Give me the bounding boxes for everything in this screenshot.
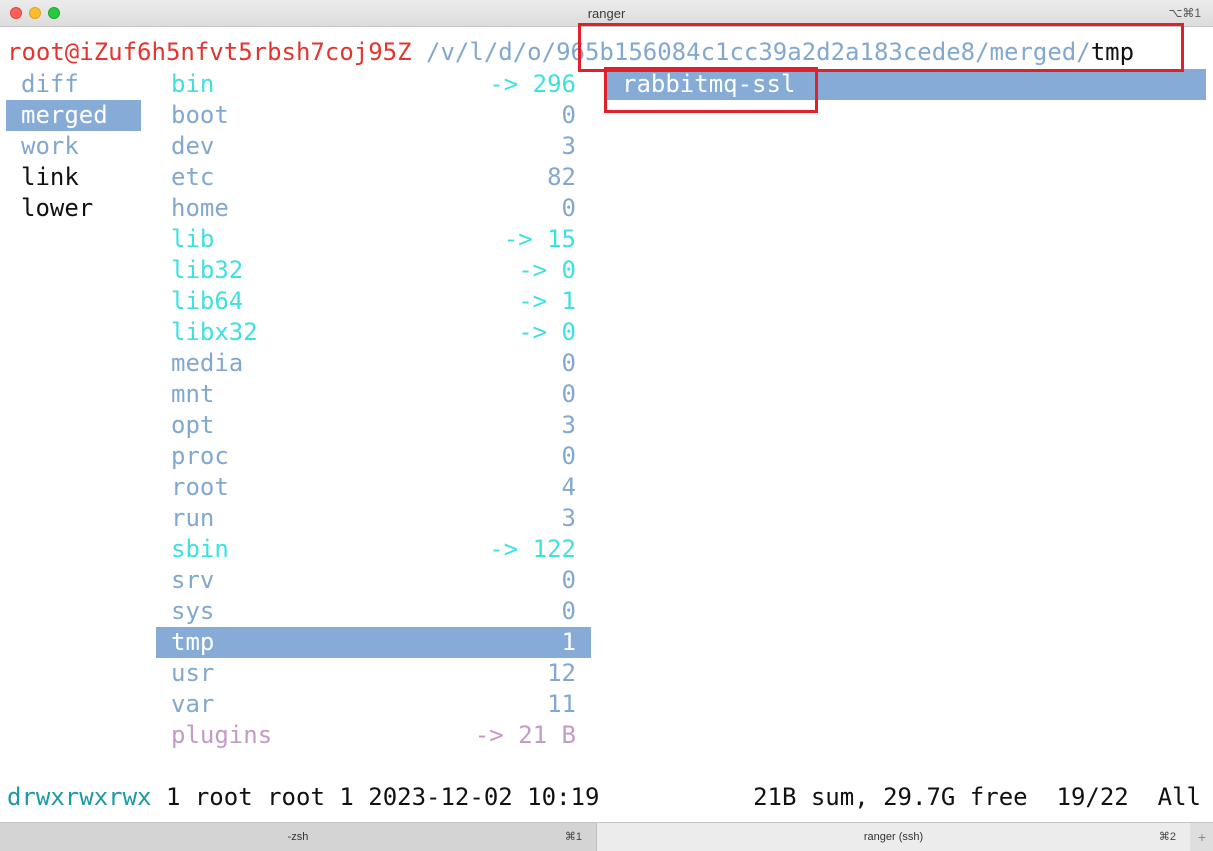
tab-label: -zsh bbox=[287, 831, 309, 843]
file-size: 4 bbox=[561, 473, 576, 501]
path-current: tmp bbox=[1090, 38, 1135, 66]
file-size: -> 1 bbox=[518, 287, 576, 315]
file-row-bin[interactable]: bin -> 296 bbox=[156, 69, 591, 100]
tab-bar: -zsh ⌘1 ranger (ssh) ⌘2 + bbox=[0, 822, 1213, 851]
file-size: -> 296 bbox=[489, 70, 576, 98]
file-row-home[interactable]: home 0 bbox=[156, 193, 591, 224]
file-row-mnt[interactable]: mnt 0 bbox=[156, 379, 591, 410]
file-name: home bbox=[171, 194, 229, 222]
file-size: 0 bbox=[561, 380, 576, 408]
file-row-root[interactable]: root 4 bbox=[156, 472, 591, 503]
window-shortcut: ⌥⌘1 bbox=[1168, 6, 1201, 20]
file-size: -> 0 bbox=[518, 256, 576, 284]
file-size: 12 bbox=[547, 659, 576, 687]
file-name: sbin bbox=[171, 535, 229, 563]
file-row-var[interactable]: var 11 bbox=[156, 689, 591, 720]
file-name: plugins bbox=[171, 721, 273, 749]
file-name: opt bbox=[171, 411, 215, 439]
file-size: 3 bbox=[561, 132, 576, 160]
file-size: 0 bbox=[561, 101, 576, 129]
file-name: usr bbox=[171, 659, 215, 687]
tab-label: ranger (ssh) bbox=[863, 831, 924, 843]
file-name: root bbox=[171, 473, 229, 501]
parent-item-diff[interactable]: diff bbox=[6, 69, 141, 100]
parent-item-merged[interactable]: merged bbox=[6, 100, 141, 131]
file-size: -> 15 bbox=[503, 225, 576, 253]
path-header: root@iZuf6h5nfvt5rbsh7coj95Z /v/l/d/o/96… bbox=[7, 37, 1134, 67]
file-size: 0 bbox=[561, 566, 576, 594]
preview-item-rabbitmq-ssl[interactable]: rabbitmq-ssl bbox=[606, 69, 1206, 100]
file-name: libx32 bbox=[171, 318, 258, 346]
user-host: root@iZuf6h5nfvt5rbsh7coj95Z bbox=[7, 38, 412, 66]
status-summary: 21B sum, 29.7G free 19/22 All bbox=[753, 783, 1201, 811]
file-row-proc[interactable]: proc 0 bbox=[156, 441, 591, 472]
file-row-usr[interactable]: usr 12 bbox=[156, 658, 591, 689]
file-row-boot[interactable]: boot 0 bbox=[156, 100, 591, 131]
tab-ranger-ssh[interactable]: ranger (ssh) ⌘2 bbox=[597, 823, 1190, 851]
preview-column: rabbitmq-ssl bbox=[606, 69, 1206, 100]
file-row-lib[interactable]: lib -> 15 bbox=[156, 224, 591, 255]
file-name: sys bbox=[171, 597, 215, 625]
file-row-tmp[interactable]: tmp 1 bbox=[156, 627, 591, 658]
parent-item-link[interactable]: link bbox=[6, 162, 141, 193]
file-name: etc bbox=[171, 163, 215, 191]
file-name: boot bbox=[171, 101, 229, 129]
file-row-run[interactable]: run 3 bbox=[156, 503, 591, 534]
file-size: 1 bbox=[561, 628, 576, 656]
terminal-area[interactable]: root@iZuf6h5nfvt5rbsh7coj95Z /v/l/d/o/96… bbox=[0, 27, 1213, 822]
file-size: 11 bbox=[547, 690, 576, 718]
parent-item-work[interactable]: work bbox=[6, 131, 141, 162]
file-row-srv[interactable]: srv 0 bbox=[156, 565, 591, 596]
file-row-lib64[interactable]: lib64 -> 1 bbox=[156, 286, 591, 317]
window-title: ranger bbox=[587, 6, 626, 21]
file-name: media bbox=[171, 349, 244, 377]
file-row-sys[interactable]: sys 0 bbox=[156, 596, 591, 627]
current-directory-column: bin -> 296 boot 0 dev 3 etc 82 home 0 lib -> 15 lib3… bbox=[156, 69, 591, 751]
file-size: 0 bbox=[561, 194, 576, 222]
parent-item-lower[interactable]: lower bbox=[6, 193, 141, 224]
file-size: 3 bbox=[561, 411, 576, 439]
tab-shortcut: ⌘2 bbox=[1158, 831, 1176, 843]
file-size: 82 bbox=[547, 163, 576, 191]
file-row-dev[interactable]: dev 3 bbox=[156, 131, 591, 162]
file-name: var bbox=[171, 690, 215, 718]
window-titlebar: ranger ⌥⌘1 bbox=[0, 0, 1213, 27]
file-row-etc[interactable]: etc 82 bbox=[156, 162, 591, 193]
file-row-plugins[interactable]: plugins -> 21 B bbox=[156, 720, 591, 751]
file-size: -> 21 B bbox=[474, 721, 576, 749]
file-row-opt[interactable]: opt 3 bbox=[156, 410, 591, 441]
file-row-lib32[interactable]: lib32 -> 0 bbox=[156, 255, 591, 286]
file-name: srv bbox=[171, 566, 215, 594]
file-name: mnt bbox=[171, 380, 215, 408]
file-size: -> 122 bbox=[489, 535, 576, 563]
file-row-sbin[interactable]: sbin -> 122 bbox=[156, 534, 591, 565]
new-tab-button[interactable]: + bbox=[1191, 823, 1213, 851]
file-name: dev bbox=[171, 132, 215, 160]
file-row-libx32[interactable]: libx32 -> 0 bbox=[156, 317, 591, 348]
tab-zsh[interactable]: -zsh ⌘1 bbox=[0, 823, 597, 851]
file-size: 0 bbox=[561, 349, 576, 377]
file-name: lib32 bbox=[171, 256, 244, 284]
file-name: lib bbox=[171, 225, 215, 253]
status-permissions: drwxrwxrwx bbox=[7, 783, 152, 811]
status-bar: drwxrwxrwx 1 root root 1 2023-12-02 10:1… bbox=[7, 782, 1207, 812]
file-size: 0 bbox=[561, 442, 576, 470]
file-name: bin bbox=[171, 70, 215, 98]
file-size: 3 bbox=[561, 504, 576, 532]
file-row-media[interactable]: media 0 bbox=[156, 348, 591, 379]
file-name: lib64 bbox=[171, 287, 244, 315]
file-size: 0 bbox=[561, 597, 576, 625]
file-size: -> 0 bbox=[518, 318, 576, 346]
status-file-info: 1 root root 1 2023-12-02 10:19 bbox=[151, 783, 600, 811]
path-dir: /v/l/d/o/965b156084c1cc39a2d2a183cede8/m… bbox=[411, 38, 1091, 66]
file-name: tmp bbox=[171, 628, 215, 656]
file-name: proc bbox=[171, 442, 229, 470]
parent-directory-column: diff merged work link lower bbox=[6, 69, 141, 224]
file-name: run bbox=[171, 504, 215, 532]
tab-shortcut: ⌘1 bbox=[564, 831, 582, 843]
